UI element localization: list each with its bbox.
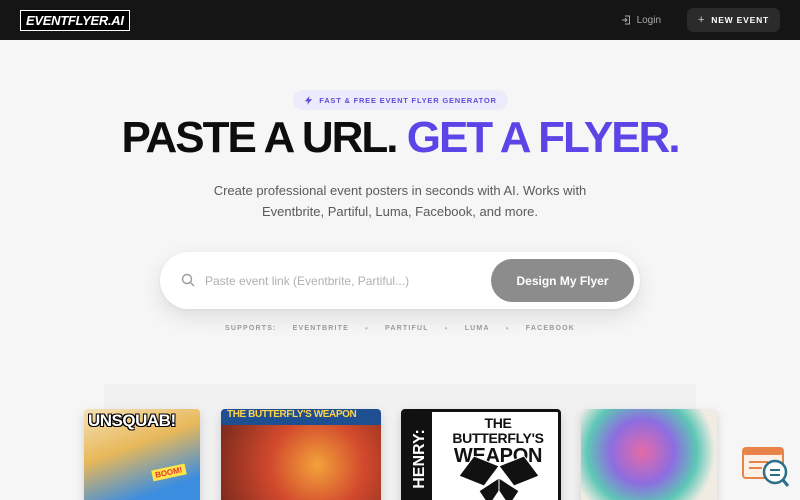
flyer-card[interactable]: THE BUTTERFLY'S WEAPON (221, 409, 381, 500)
flyer-side-text: HENRY: (411, 429, 428, 489)
support-chat-icon[interactable] (742, 446, 790, 488)
flyer-card[interactable]: UNSQUAB! BOOM! (84, 409, 200, 500)
separator-dot: • (505, 324, 510, 333)
login-icon (621, 15, 630, 25)
search-icon (181, 273, 195, 287)
headline-part1: PASTE A URL. (121, 113, 398, 162)
event-url-input[interactable] (205, 270, 475, 292)
login-label: Login (636, 14, 662, 26)
flyer-title: THE BUTTERFLY'S WEAPON (227, 409, 357, 420)
butterfly-icon (458, 456, 540, 500)
design-flyer-button[interactable]: Design My Flyer (491, 259, 634, 302)
supported-platforms: SUPPORTS: EVENTBRITE • PARTIFUL • LUMA •… (0, 324, 800, 333)
top-nav: EVENTFLYER.AI Login + NEW EVENT (0, 0, 800, 40)
separator-dot: • (364, 324, 369, 333)
separator-dot: • (444, 324, 449, 333)
platform-partiful: PARTIFUL (384, 325, 429, 332)
flyer-sticker: BOOM! (151, 463, 187, 482)
platform-eventbrite: EVENTBRITE (292, 325, 349, 332)
feature-badge: FAST & FREE EVENT FLYER GENERATOR (293, 90, 508, 110)
flyer-artwork (581, 409, 717, 500)
url-search-box: Design My Flyer (160, 252, 640, 309)
flyer-artwork (221, 425, 381, 500)
lightning-icon (305, 95, 313, 105)
platform-luma: LUMA (464, 325, 490, 332)
headline-part2: GET A FLYER. (406, 113, 681, 162)
platform-facebook: FACEBOOK (525, 325, 576, 332)
page-title: PASTE A URL. GET A FLYER. (0, 113, 800, 163)
flyer-title: UNSQUAB! (88, 411, 176, 430)
logo[interactable]: EVENTFLYER.AI (20, 9, 130, 31)
supports-label: SUPPORTS: (224, 325, 277, 332)
flyer-card[interactable]: HENRY: THE BUTTERFLY'S WEAPON (401, 409, 561, 500)
new-event-label: NEW EVENT (711, 15, 769, 25)
login-link[interactable]: Login (621, 15, 661, 26)
nav-actions: Login + NEW EVENT (621, 8, 780, 32)
plus-icon: + (698, 14, 706, 26)
subtitle-line1: Create professional event posters in sec… (213, 183, 587, 198)
subtitle-line2: Eventbrite, Partiful, Luma, Facebook, an… (261, 204, 539, 219)
page-subtitle: Create professional event posters in sec… (150, 180, 650, 222)
flyer-title-line1: THE BUTTERFLY'S (452, 415, 544, 446)
flyer-card[interactable] (581, 409, 717, 500)
badge-label: FAST & FREE EVENT FLYER GENERATOR (319, 95, 497, 105)
new-event-button[interactable]: + NEW EVENT (687, 8, 780, 32)
